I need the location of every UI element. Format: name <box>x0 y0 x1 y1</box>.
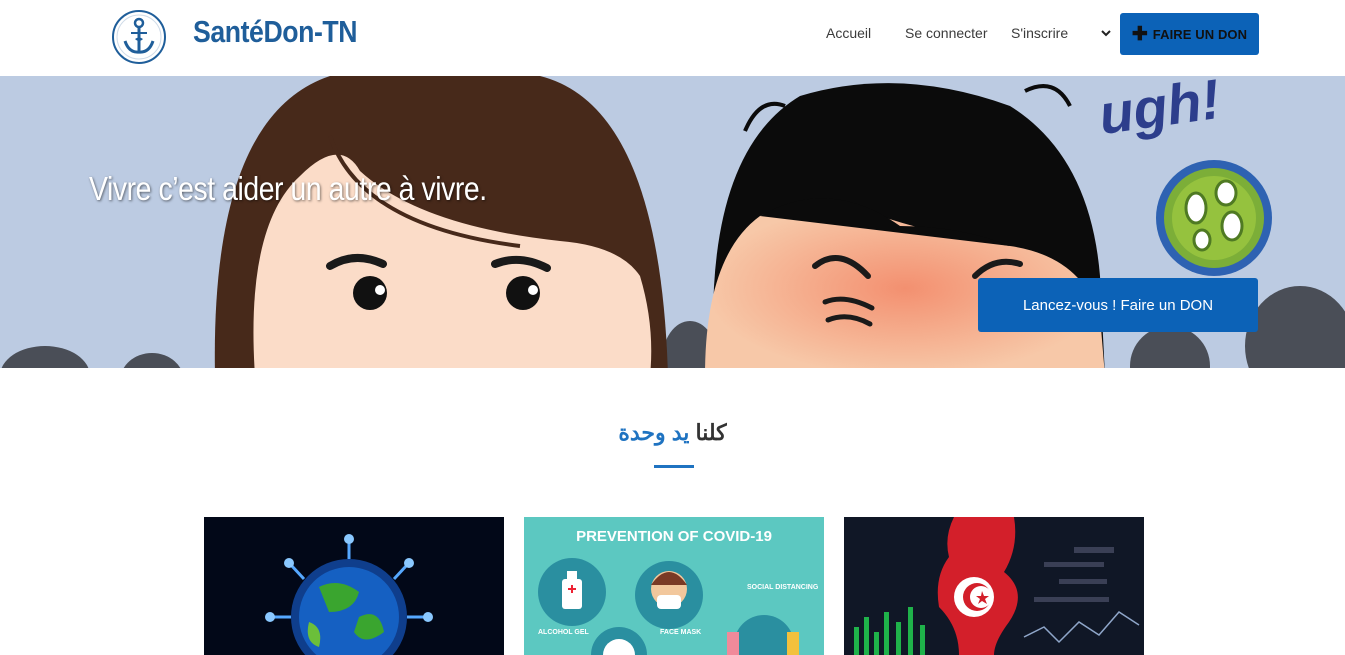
prevention-image: PREVENTION OF COVID-19 SOCIAL DISTANCING… <box>524 517 824 655</box>
hero-tagline: Vivre c’est aider un autre à vivre. <box>89 170 487 207</box>
section-title-part1: كلنا <box>695 420 727 445</box>
covid-globe-image <box>204 517 504 655</box>
logo-icon[interactable] <box>111 9 167 65</box>
donate-button-label: FAIRE UN DON <box>1152 26 1248 42</box>
virus-icon <box>1156 160 1272 276</box>
section-title-part2: يد وحدة <box>618 420 690 445</box>
prevention-label-gel: ALCOHOL GEL <box>538 629 590 636</box>
card-tunisia-map[interactable] <box>844 517 1144 655</box>
section-divider <box>654 465 694 468</box>
prevention-label-distancing: SOCIAL DISTANCING <box>747 584 819 591</box>
prevention-title: PREVENTION OF COVID-19 <box>576 528 772 545</box>
hero-banner: ugh! Vivre c’est aider un autre à vivre.… <box>0 76 1345 368</box>
donate-button[interactable]: ✚ FAIRE UN DON <box>1120 13 1259 55</box>
chevron-down-icon[interactable] <box>1100 26 1112 44</box>
prevention-label-mask: FACE MASK <box>660 629 701 636</box>
register-dropdown[interactable]: S'inscrire <box>1011 25 1068 41</box>
card-covid-globe[interactable] <box>204 517 504 655</box>
nav-link-se-connecter[interactable]: Se connecter <box>905 25 988 41</box>
hero-donate-button[interactable]: Lancez-vous ! Faire un DON <box>978 278 1258 332</box>
nav-link-accueil[interactable]: Accueil <box>826 25 871 41</box>
register-dropdown-label: S'inscrire <box>1011 25 1069 41</box>
card-prevention[interactable]: PREVENTION OF COVID-19 SOCIAL DISTANCING… <box>524 517 824 655</box>
navbar: SantéDon-TN Accueil Se connecter S'inscr… <box>0 0 1345 76</box>
section-title: كلنا يد وحدة <box>0 420 1345 446</box>
brand-name[interactable]: SantéDon-TN <box>193 14 358 50</box>
tunisia-map-image <box>844 517 1144 655</box>
plus-icon: ✚ <box>1131 23 1148 45</box>
